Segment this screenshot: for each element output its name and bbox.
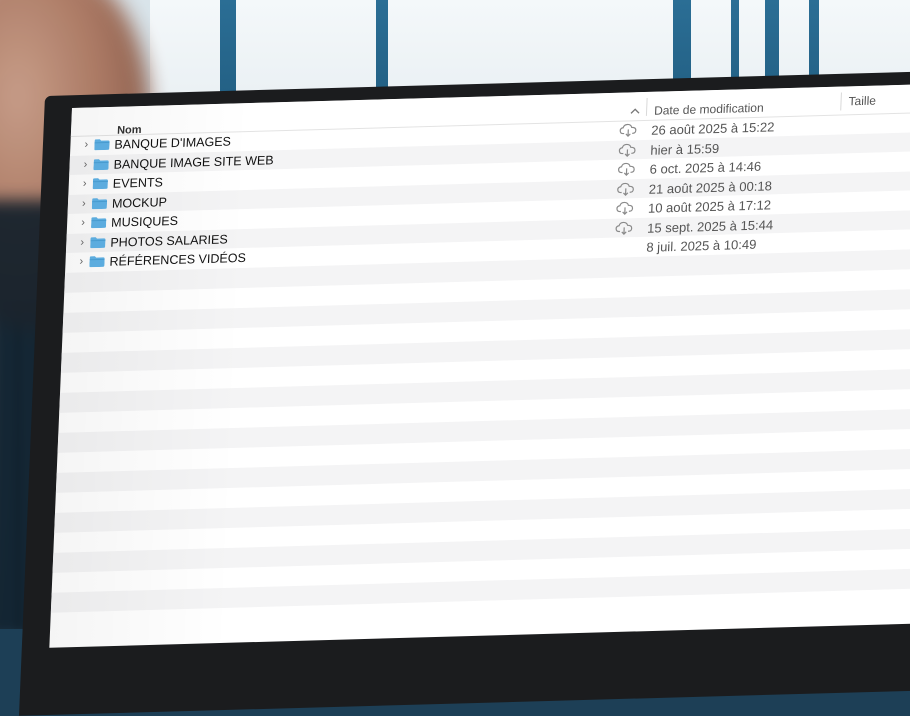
chevron-right-icon[interactable]: › [84,138,88,150]
column-header-size[interactable]: Taille [848,94,876,109]
cloud-download-icon[interactable] [617,181,636,196]
cloud-download-icon[interactable] [619,122,638,137]
chevron-right-icon[interactable]: › [82,197,86,209]
file-list: › BANQUE D'IMAGES 26 août 2025 à 15:22 ›… [50,111,910,632]
folder-icon [91,217,107,229]
folder-icon [89,256,105,268]
folder-name: EVENTS [112,175,164,191]
column-separator[interactable] [840,92,842,111]
chevron-up-icon[interactable] [630,106,640,117]
modified-date: 6 oct. 2025 à 14:46 [649,158,762,177]
folder-name: BANQUE IMAGE SITE WEB [113,152,274,172]
cloud-download-icon[interactable] [618,142,637,157]
cloud-download-icon[interactable] [617,161,636,176]
chevron-right-icon[interactable]: › [80,236,84,248]
cloud-download-icon[interactable] [616,200,635,215]
folder-name: RÉFÉRENCES VIDÉOS [109,250,247,269]
modified-date: 26 août 2025 à 15:22 [650,119,775,138]
folder-icon [90,236,106,248]
chevron-right-icon[interactable]: › [83,158,87,170]
modified-date: 21 août 2025 à 00:18 [648,177,773,197]
cloud-download-icon[interactable] [615,220,634,235]
modified-date: hier à 15:59 [650,140,720,158]
column-separator[interactable] [645,97,648,116]
folder-name: MOCKUP [111,194,168,211]
chevron-right-icon[interactable]: › [83,177,87,189]
modified-date: 15 sept. 2025 à 15:44 [646,216,774,236]
folder-name: BANQUE D'IMAGES [114,134,232,152]
chevron-right-icon[interactable]: › [79,255,83,267]
modified-date: 10 août 2025 à 17:12 [647,197,772,216]
chevron-right-icon[interactable]: › [81,216,85,228]
folder-icon [93,158,109,170]
folder-name: MUSIQUES [110,213,179,230]
folder-icon [91,197,108,209]
folder-icon [92,178,108,190]
finder-window[interactable]: Nom Date de modification Taille › BANQUE… [49,82,910,648]
modified-date: 8 juil. 2025 à 10:49 [646,236,757,255]
folder-name: PHOTOS SALARIES [110,231,229,250]
column-header-date[interactable]: Date de modification [654,101,764,118]
folder-icon [94,139,110,151]
